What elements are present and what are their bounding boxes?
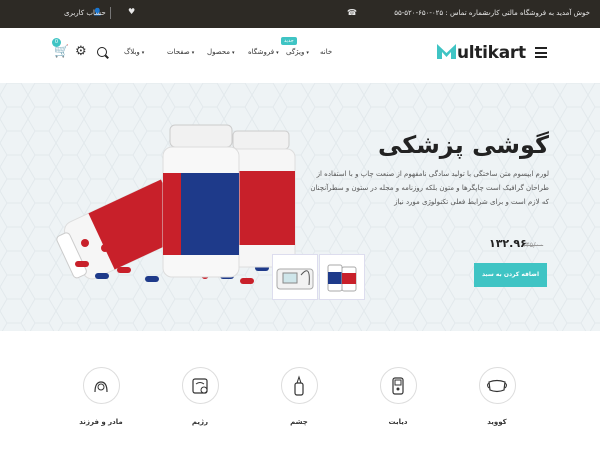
- category-label: دیابت: [388, 418, 408, 426]
- hero-description: لورم ایپسوم متن ساختگی با تولید سادگی نا…: [310, 170, 549, 206]
- product-thumbnail[interactable]: [272, 254, 318, 300]
- category-mother-child[interactable]: مادر و فرزند: [69, 367, 133, 426]
- pill-bottles-icon: [327, 264, 357, 292]
- category-label: رژیم: [191, 418, 209, 426]
- heart-icon[interactable]: ♥: [128, 7, 135, 16]
- glucometer-icon: [379, 367, 417, 404]
- hero-title: گوشی پزشکی: [377, 131, 549, 159]
- hero-banner: گوشی پزشکی لورم ایپسوم متن ساختگی با تول…: [0, 83, 600, 331]
- mother-child-icon: [82, 367, 120, 404]
- nav-blog[interactable]: وبلاگ ▾: [124, 48, 144, 56]
- category-eye[interactable]: چشم: [267, 367, 331, 426]
- chevron-down-icon: ▾: [306, 50, 309, 56]
- diet-scale-icon: [181, 367, 219, 404]
- chevron-down-icon: ▾: [191, 50, 195, 56]
- mask-icon: [478, 367, 516, 404]
- nav-pages[interactable]: صفحات ▾: [167, 48, 194, 56]
- nav-features-label: ویژگی: [286, 48, 305, 56]
- gear-icon[interactable]: ⚙: [75, 45, 87, 58]
- blood-pressure-monitor-icon: [276, 268, 314, 290]
- cart-count-badge: 0: [52, 38, 61, 47]
- nav-product-label: محصول: [207, 48, 231, 56]
- eye-drops-icon: [280, 367, 318, 404]
- account-link[interactable]: حساب کاربری: [64, 9, 106, 17]
- logo[interactable]: ultikart: [437, 43, 526, 63]
- nav-shop[interactable]: فروشگاه ▾: [248, 48, 279, 56]
- category-row: کووید دیابت چشم رژیم مادر و فرزند: [0, 331, 600, 450]
- category-label: مادر و فرزند: [79, 418, 123, 426]
- category-diabetes[interactable]: دیابت: [366, 367, 430, 426]
- welcome-text: خوش آمدید به فروشگاه مالتی کارت: [484, 9, 590, 17]
- nav-home[interactable]: خانه: [320, 48, 332, 56]
- nav-pages-label: صفحات: [167, 48, 190, 56]
- search-icon[interactable]: [97, 47, 107, 57]
- logo-text: ultikart: [457, 43, 526, 63]
- nav-blog-label: وبلاگ: [124, 48, 140, 56]
- main-header: ultikart خانه ویژگی ▾ فروشگاه ▾ محصول ▾ صفح…: [0, 28, 600, 83]
- chevron-down-icon: ▾: [232, 50, 235, 56]
- menu-icon[interactable]: [535, 47, 547, 58]
- nav-shop-label: فروشگاه: [248, 48, 275, 56]
- category-covid[interactable]: کووید: [465, 367, 529, 426]
- blue-bottle: [162, 124, 240, 278]
- nav-product[interactable]: محصول ▾: [207, 48, 235, 56]
- product-thumbnail[interactable]: [319, 254, 365, 300]
- nav-features[interactable]: ویژگی ▾: [286, 48, 309, 56]
- category-diet[interactable]: رژیم: [168, 367, 232, 426]
- category-label: کووید: [487, 418, 507, 426]
- logo-m-icon: [437, 44, 456, 59]
- new-badge: جدید: [281, 37, 297, 45]
- divider: [110, 7, 111, 19]
- chevron-down-icon: ▾: [141, 50, 145, 56]
- category-label: چشم: [290, 418, 308, 426]
- add-to-cart-button[interactable]: اضافه کردن به سبد: [474, 263, 547, 287]
- current-price: ۱۳۲.۹۶: [489, 237, 527, 250]
- top-bar: خوش آمدید به فروشگاه مالتی کارت ☎ شماره …: [0, 0, 600, 28]
- phone-icon: ☎: [347, 8, 357, 17]
- phone-number: شماره تماس : ۰۲۵-۶۵۰-۵۲۰-۵۵: [394, 9, 488, 17]
- chevron-down-icon: ▾: [276, 50, 279, 56]
